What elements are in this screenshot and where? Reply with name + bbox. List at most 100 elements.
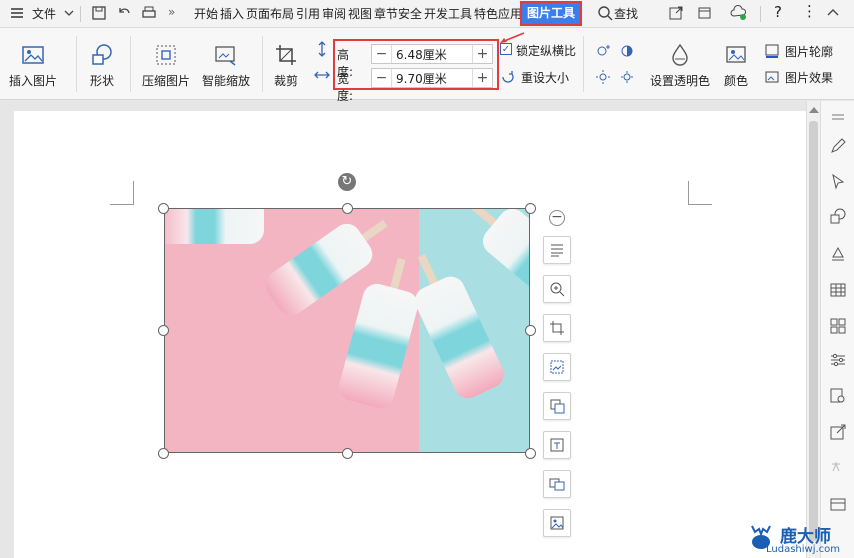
tab-picture-tools[interactable]: 图片工具 — [520, 1, 582, 26]
insert-picture-button[interactable]: 插入图片 — [6, 42, 60, 89]
wrap-text-button[interactable] — [543, 236, 571, 264]
zoom-in-icon — [550, 282, 565, 297]
contrast-decrease-icon[interactable] — [618, 68, 636, 86]
vertical-scrollbar[interactable] — [806, 101, 820, 558]
height-stepper[interactable]: − 6.48厘米 + — [371, 44, 493, 64]
crop-float-button[interactable] — [543, 314, 571, 342]
more-icon[interactable]: » — [168, 5, 175, 19]
tab-page-layout[interactable]: 页面布局 — [246, 5, 294, 22]
size-highlight-box: 高度: − 6.48厘米 + 宽度: − 9.70厘米 + — [333, 39, 499, 103]
tab-security[interactable]: 安全 — [398, 5, 422, 22]
width-decrease-button[interactable]: − — [372, 69, 392, 87]
resize-handle-top-left[interactable] — [158, 203, 169, 214]
picture-search-icon[interactable] — [829, 387, 847, 405]
collapse-ribbon-icon[interactable] — [824, 4, 842, 22]
tab-chapter[interactable]: 章节 — [374, 5, 398, 22]
insert-picture-label: 插入图片 — [8, 74, 57, 88]
pen-icon[interactable] — [829, 137, 847, 155]
color-label: 颜色 — [723, 74, 748, 88]
color-picture-icon — [726, 46, 746, 63]
width-stepper[interactable]: − 9.70厘米 + — [371, 68, 493, 88]
width-label: 宽度: — [337, 72, 354, 103]
picture-compare-button[interactable] — [543, 470, 571, 498]
height-input[interactable]: 6.48厘米 — [396, 46, 472, 63]
picture-scan-icon — [550, 360, 564, 374]
picture-outline-label: 图片轮廓 — [785, 45, 834, 59]
search-label[interactable]: 查找 — [614, 5, 638, 22]
help-icon[interactable]: ? — [774, 3, 782, 21]
calendar-icon[interactable] — [696, 4, 714, 22]
export-icon[interactable] — [829, 423, 847, 441]
zoom-picture-button[interactable] — [543, 275, 571, 303]
right-sidebar — [820, 101, 854, 558]
resize-handle-right[interactable] — [525, 325, 536, 336]
width-increase-button[interactable]: + — [472, 69, 492, 87]
resize-handle-top-right[interactable] — [525, 203, 536, 214]
search-icon[interactable] — [596, 4, 614, 22]
compress-picture-button[interactable]: 压缩图片 — [138, 42, 194, 89]
scroll-up-icon[interactable] — [809, 107, 819, 113]
reset-icon — [502, 71, 514, 83]
tab-reference[interactable]: 引用 — [296, 5, 320, 22]
lock-ratio-label: 锁定纵横比 — [516, 44, 577, 58]
brightness-decrease-icon[interactable] — [594, 68, 612, 86]
set-transparent-button[interactable]: 设置透明色 — [646, 42, 714, 89]
shape-icon — [92, 44, 112, 65]
shape-button[interactable]: 形状 — [82, 42, 122, 89]
color-button[interactable]: 颜色 — [716, 42, 756, 89]
checkbox-check-icon[interactable]: ✓ — [500, 43, 512, 55]
undo-icon[interactable] — [115, 4, 133, 22]
divider — [760, 6, 761, 22]
shapes-icon[interactable] — [829, 207, 847, 225]
translate-sidebar-icon — [832, 462, 840, 472]
picture-convert-button[interactable] — [543, 392, 571, 420]
resize-handle-left[interactable] — [158, 325, 169, 336]
tab-view[interactable]: 视图 — [348, 5, 372, 22]
menu-lines-icon[interactable] — [829, 109, 847, 127]
fill-icon[interactable] — [829, 245, 847, 263]
divider — [76, 36, 77, 92]
watermark-url: Ludashiwj.com — [766, 544, 841, 555]
crop-button[interactable]: 裁剪 — [266, 42, 306, 89]
more-vert-icon[interactable]: ⋮ — [802, 2, 817, 20]
tab-start[interactable]: 开始 — [194, 5, 218, 22]
apps-grid-icon[interactable] — [829, 317, 847, 335]
translate-icon — [550, 438, 564, 452]
tab-developer[interactable]: 开发工具 — [424, 5, 472, 22]
share-icon[interactable] — [667, 4, 685, 22]
contrast-increase-icon[interactable] — [618, 42, 636, 60]
height-increase-button[interactable]: + — [472, 45, 492, 63]
tab-insert[interactable]: 插入 — [220, 5, 244, 22]
cloud-sync-icon[interactable] — [730, 4, 748, 22]
table-icon[interactable] — [829, 281, 847, 299]
tab-review[interactable]: 审阅 — [322, 5, 346, 22]
width-icon — [314, 71, 330, 79]
resize-handle-top[interactable] — [342, 203, 353, 214]
picture-to-text-button[interactable] — [543, 353, 571, 381]
resize-handle-bottom-right[interactable] — [525, 448, 536, 459]
resize-handle-bottom[interactable] — [342, 448, 353, 459]
height-decrease-button[interactable]: − — [372, 45, 392, 63]
save-icon[interactable] — [90, 4, 108, 22]
divider — [80, 6, 81, 22]
picture-edit-button[interactable] — [543, 509, 571, 537]
smart-scale-button[interactable]: 智能缩放 — [198, 42, 254, 89]
sliders-icon[interactable] — [829, 351, 847, 369]
resize-handle-bottom-left[interactable] — [158, 448, 169, 459]
hamburger-icon[interactable] — [8, 4, 26, 22]
picture-translate-button[interactable] — [543, 431, 571, 459]
reset-size-label: 重设大小 — [521, 71, 570, 85]
picture-icon — [22, 46, 44, 64]
scroll-thumb[interactable] — [809, 121, 818, 541]
chevron-down-icon[interactable] — [60, 4, 78, 22]
rotate-handle-icon[interactable]: ↻ — [338, 173, 356, 191]
collapse-float-toolbar-icon[interactable]: − — [549, 210, 565, 226]
width-input[interactable]: 9.70厘米 — [396, 70, 472, 87]
tab-special[interactable]: 特色应用 — [474, 5, 522, 22]
print-icon[interactable] — [140, 4, 158, 22]
archive-icon[interactable] — [829, 495, 847, 513]
brightness-increase-icon[interactable] — [594, 42, 612, 60]
file-menu[interactable]: 文件 — [32, 5, 56, 22]
cursor-icon[interactable] — [829, 173, 847, 191]
wrap-text-icon — [551, 244, 563, 257]
